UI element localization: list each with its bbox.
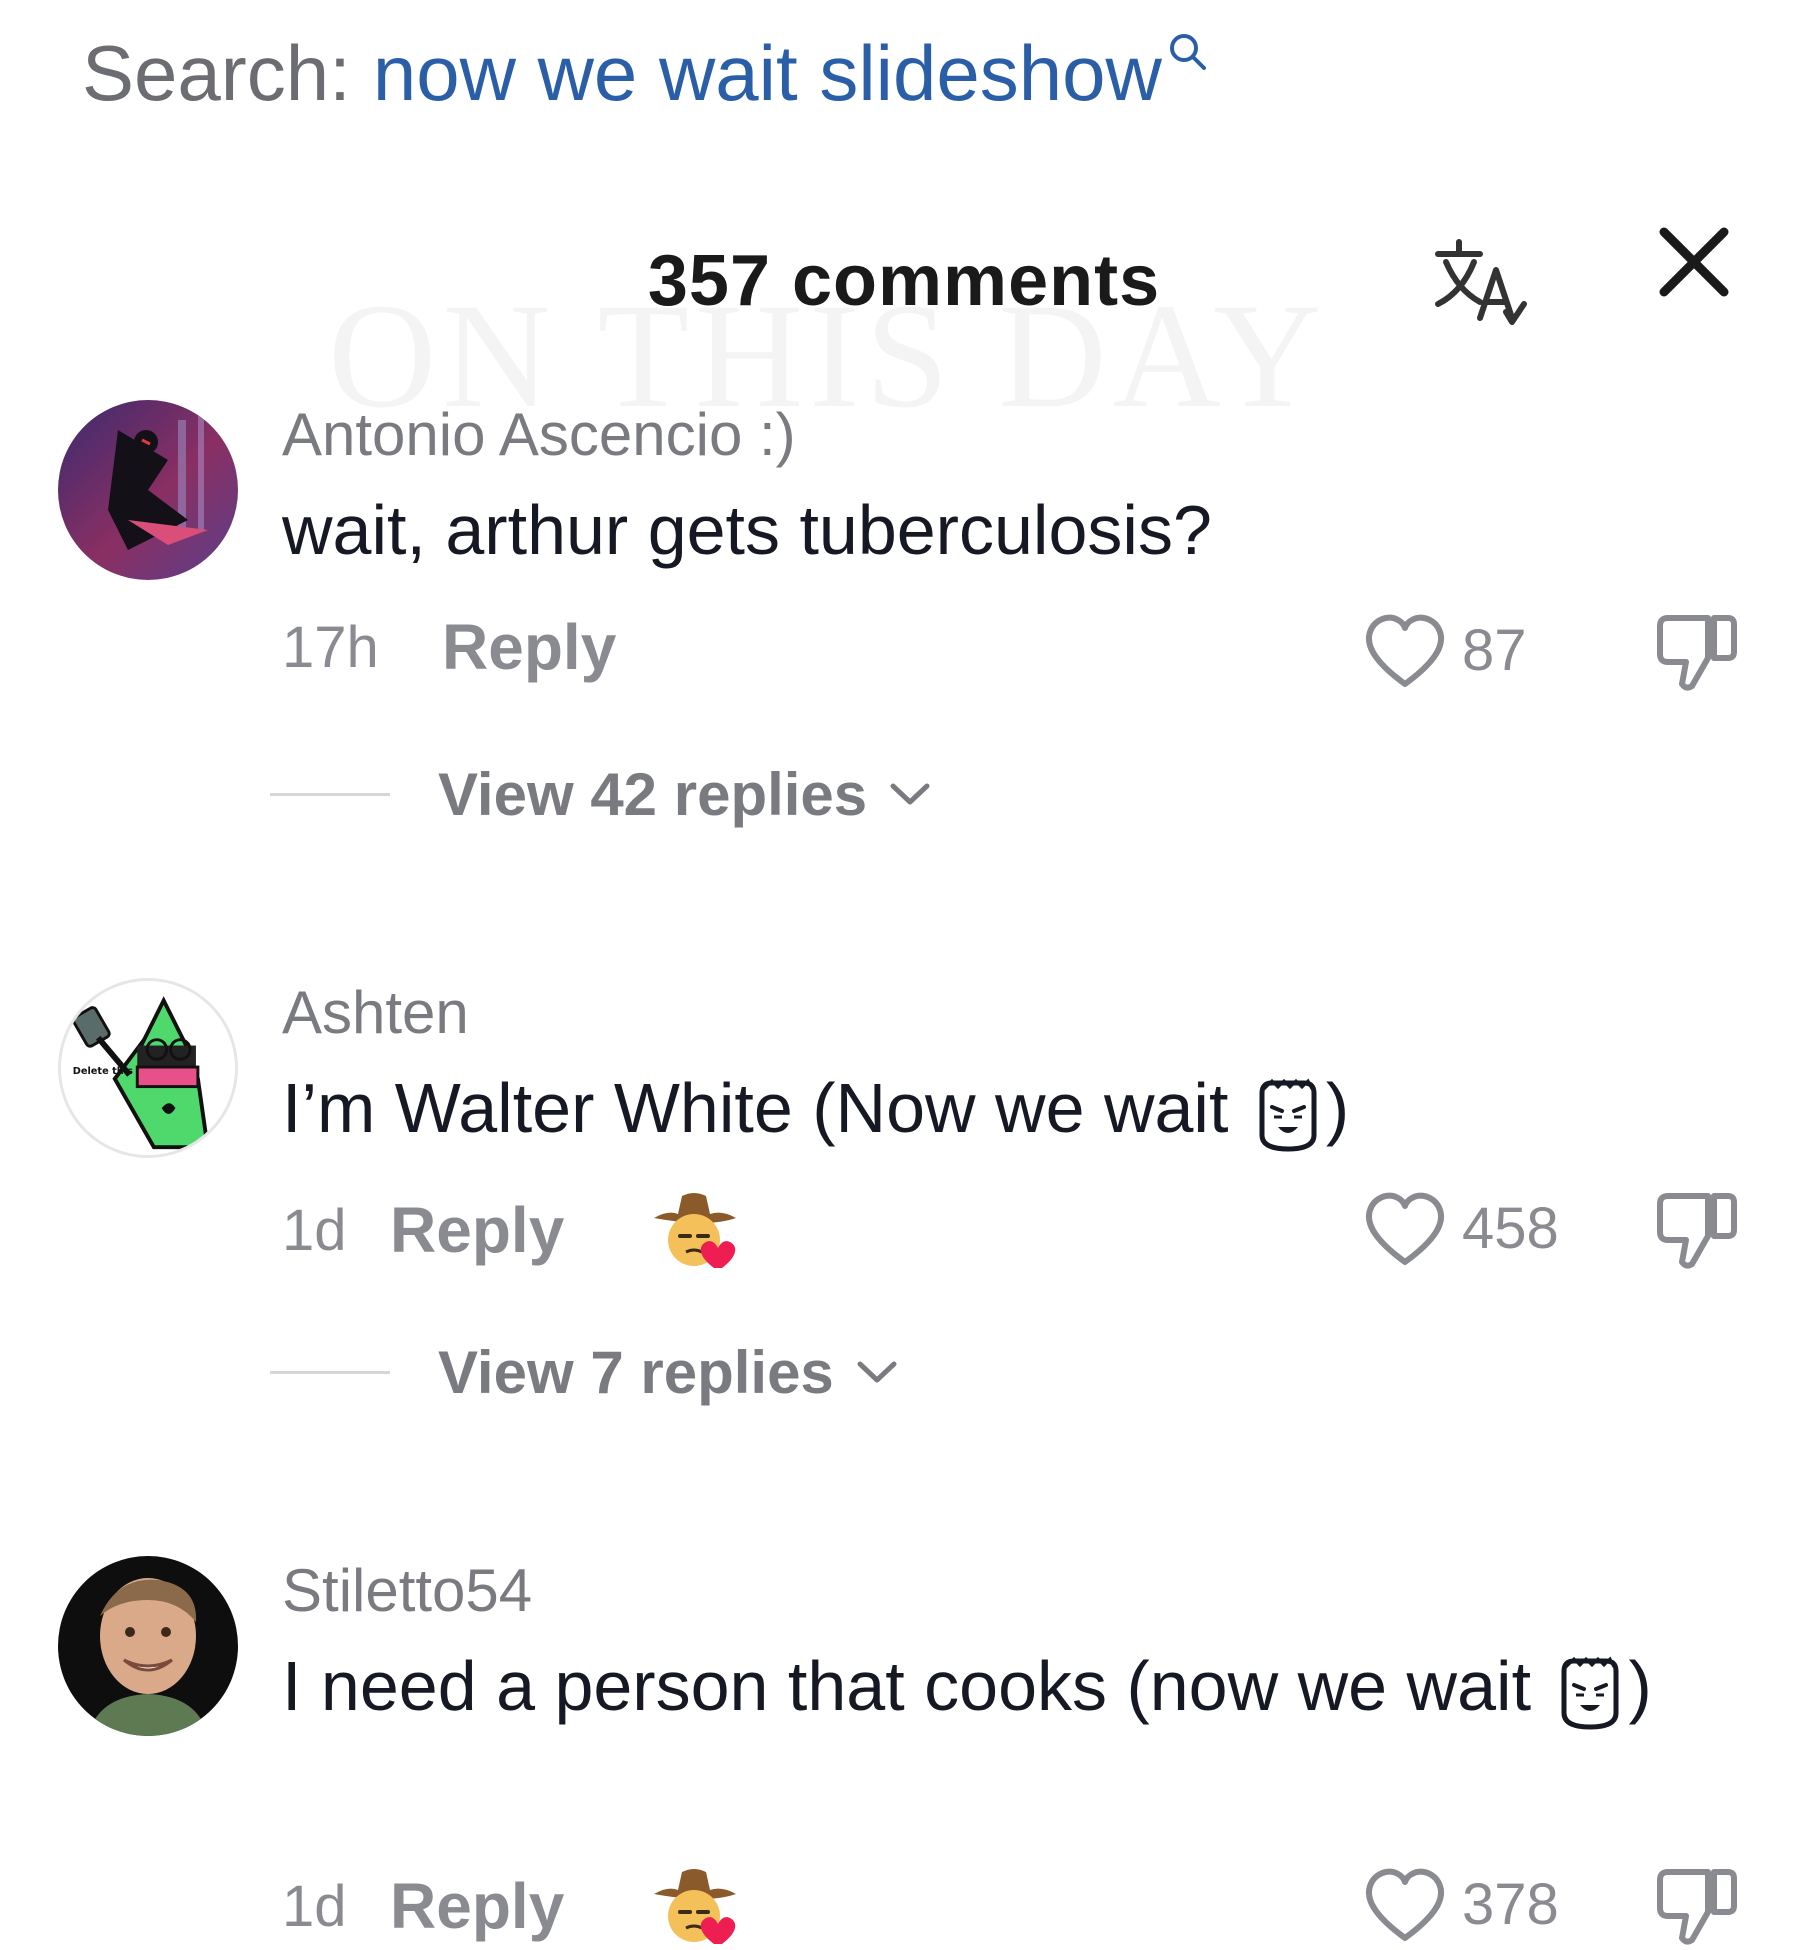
comment-text-end: ) bbox=[1628, 1647, 1652, 1725]
like-count: 87 bbox=[1462, 617, 1527, 683]
chevron-down-icon bbox=[890, 783, 930, 804]
like-button[interactable]: 87 bbox=[1362, 610, 1527, 690]
smirk-face-emoji-icon bbox=[1561, 1655, 1619, 1730]
comment-meta: 1d Reply bbox=[282, 1864, 744, 1948]
heart-icon bbox=[1366, 1192, 1444, 1265]
dislike-icon[interactable] bbox=[1652, 1862, 1740, 1950]
comment-time: 1d bbox=[282, 1873, 347, 1939]
creator-liked-icon bbox=[654, 1869, 737, 1944]
comment-text-body: wait, arthur gets tuberculosis? bbox=[282, 491, 1212, 569]
comment-text-end: ) bbox=[1325, 1069, 1350, 1147]
avatar[interactable]: Delete this bbox=[58, 978, 238, 1158]
search-bar[interactable]: Search: now we wait slideshow bbox=[82, 28, 1210, 118]
reply-button[interactable]: Reply bbox=[390, 1869, 564, 1943]
view-replies-label: View 7 replies bbox=[438, 1339, 834, 1406]
search-icon[interactable] bbox=[1166, 32, 1210, 72]
smirk-face-emoji-icon bbox=[1259, 1077, 1317, 1152]
comment-text-body: I need a person that cooks (now we wait bbox=[282, 1647, 1551, 1725]
comment-username[interactable]: Antonio Ascencio :) bbox=[282, 400, 796, 469]
comment-username[interactable]: Stiletto54 bbox=[282, 1556, 532, 1625]
avatar[interactable] bbox=[58, 1556, 238, 1736]
like-button[interactable]: 378 bbox=[1362, 1864, 1559, 1944]
comments-sheet: Search: now we wait slideshow ON THIS DA… bbox=[0, 0, 1808, 1945]
comment-count: 357 comments bbox=[647, 241, 1161, 321]
search-label: Search: bbox=[82, 29, 351, 117]
search-query[interactable]: now we wait slideshow bbox=[373, 28, 1162, 119]
view-replies-button[interactable]: View 42 replies bbox=[270, 760, 933, 829]
like-count: 378 bbox=[1462, 1871, 1559, 1937]
comment-text-body: I’m Walter White (Now we wait bbox=[282, 1069, 1248, 1147]
heart-icon bbox=[1366, 1868, 1444, 1941]
comments-header: 357 comments bbox=[0, 220, 1808, 340]
divider-line bbox=[270, 793, 390, 796]
avatar-caption: Delete this bbox=[73, 1066, 133, 1077]
comment-username[interactable]: Ashten bbox=[282, 978, 469, 1047]
reply-button[interactable]: Reply bbox=[442, 610, 616, 684]
comment-text: wait, arthur gets tuberculosis? bbox=[282, 482, 1722, 578]
comment-meta: 17h Reply bbox=[282, 610, 616, 684]
reply-button[interactable]: Reply bbox=[390, 1193, 564, 1267]
avatar[interactable] bbox=[58, 400, 238, 580]
dislike-icon[interactable] bbox=[1652, 608, 1740, 696]
view-replies-label: View 42 replies bbox=[438, 761, 868, 828]
translate-icon[interactable] bbox=[1428, 232, 1528, 332]
creator-liked-icon bbox=[654, 1193, 737, 1268]
close-icon[interactable] bbox=[1652, 220, 1736, 304]
comment-meta: 1d Reply bbox=[282, 1188, 744, 1272]
chevron-down-icon bbox=[857, 1361, 897, 1382]
comment-text: I’m Walter White (Now we wait ) bbox=[282, 1060, 1722, 1156]
like-count: 458 bbox=[1462, 1195, 1559, 1261]
view-replies-button[interactable]: View 7 replies bbox=[270, 1338, 900, 1407]
heart-icon bbox=[1366, 614, 1444, 687]
comment-time: 17h bbox=[282, 614, 379, 680]
divider-line bbox=[270, 1371, 390, 1374]
comment-text: I need a person that cooks (now we wait … bbox=[282, 1638, 1722, 1734]
like-button[interactable]: 458 bbox=[1362, 1188, 1559, 1268]
comment-time: 1d bbox=[282, 1197, 347, 1263]
dislike-icon[interactable] bbox=[1652, 1186, 1740, 1274]
